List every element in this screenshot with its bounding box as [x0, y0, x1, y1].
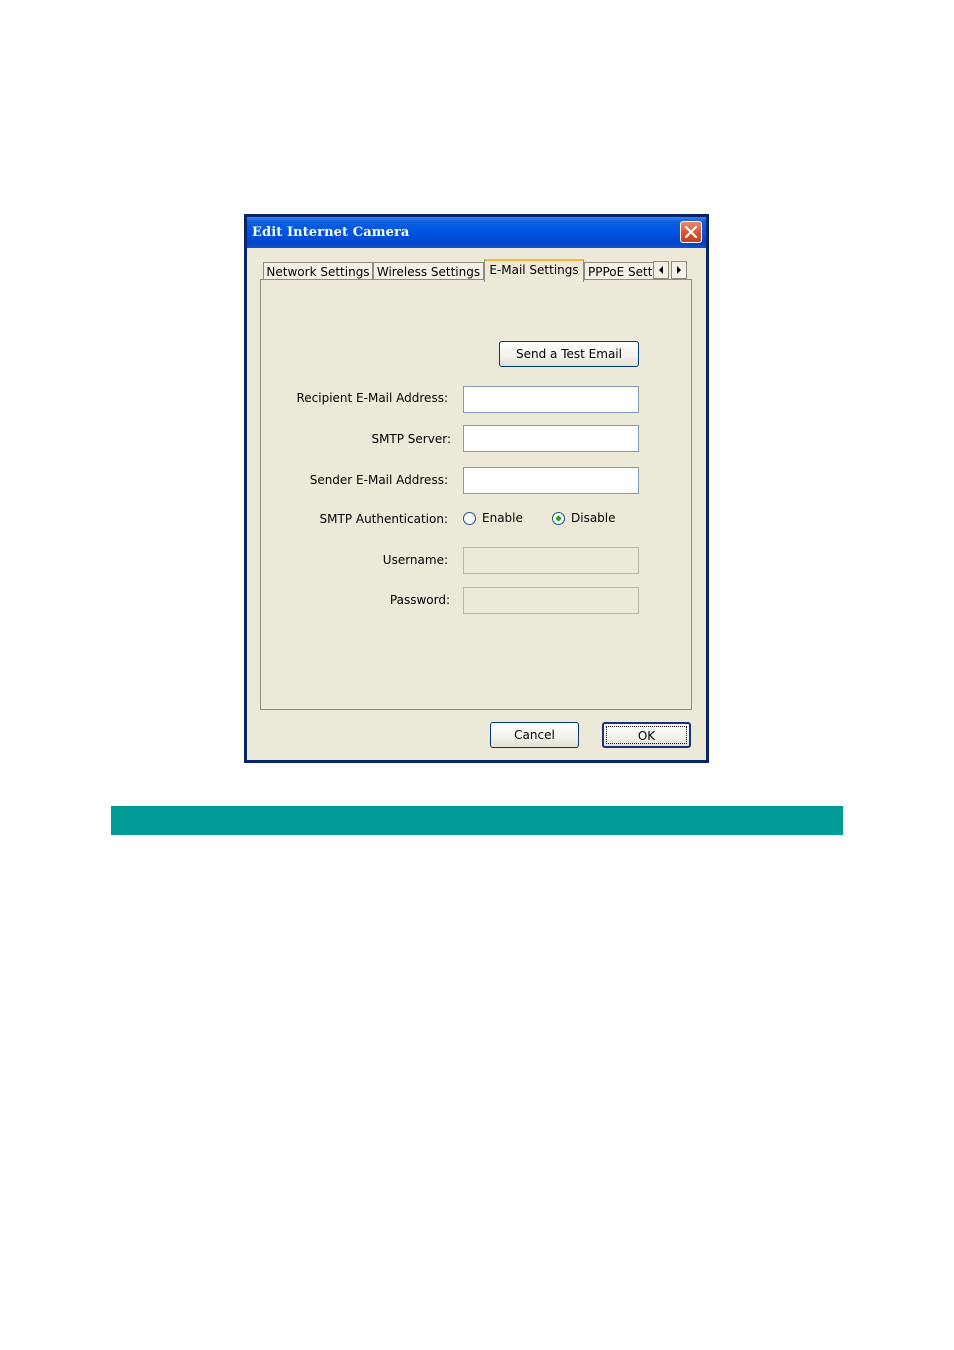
recipient-email-label: Recipient E-Mail Address:	[296, 391, 448, 405]
arrow-right-icon	[677, 266, 681, 274]
sender-email-label: Sender E-Mail Address:	[309, 473, 448, 487]
smtp-server-field[interactable]	[463, 425, 639, 452]
password-label: Password:	[389, 593, 450, 607]
auth-enable-label[interactable]: Enable	[482, 511, 523, 525]
recipient-email-field[interactable]	[463, 386, 639, 413]
send-test-email-button[interactable]: Send a Test Email	[499, 341, 639, 367]
teal-banner	[111, 806, 843, 835]
password-field	[463, 587, 639, 614]
tab-email-settings[interactable]: E-Mail Settings	[484, 259, 584, 282]
email-settings-panel: Send a Test Email Recipient E-Mail Addre…	[260, 279, 692, 710]
radio-selected-dot	[556, 516, 561, 521]
tab-scroll-left-button[interactable]	[653, 261, 669, 279]
cancel-button[interactable]: Cancel	[490, 722, 579, 748]
focus-rectangle	[606, 726, 687, 744]
close-button[interactable]	[680, 221, 702, 243]
auth-enable-radio[interactable]	[463, 512, 476, 525]
auth-disable-label[interactable]: Disable	[571, 511, 616, 525]
ok-button[interactable]: OK	[602, 722, 691, 748]
auth-disable-radio[interactable]	[552, 512, 565, 525]
title-bar[interactable]: Edit Internet Camera	[247, 217, 706, 248]
arrow-left-icon	[659, 266, 663, 274]
sender-email-field[interactable]	[463, 467, 639, 494]
username-label: Username:	[382, 553, 448, 567]
smtp-server-label: SMTP Server:	[371, 432, 451, 446]
smtp-auth-label: SMTP Authentication:	[319, 512, 448, 526]
username-field	[463, 547, 639, 574]
dialog-client-area: Network Settings Wireless Settings E-Mai…	[247, 248, 706, 760]
close-icon	[685, 226, 697, 238]
window-title: Edit Internet Camera	[252, 225, 410, 240]
edit-camera-dialog: Edit Internet Camera Network Settings Wi…	[244, 214, 709, 763]
tab-scroll-right-button[interactable]	[671, 261, 687, 279]
